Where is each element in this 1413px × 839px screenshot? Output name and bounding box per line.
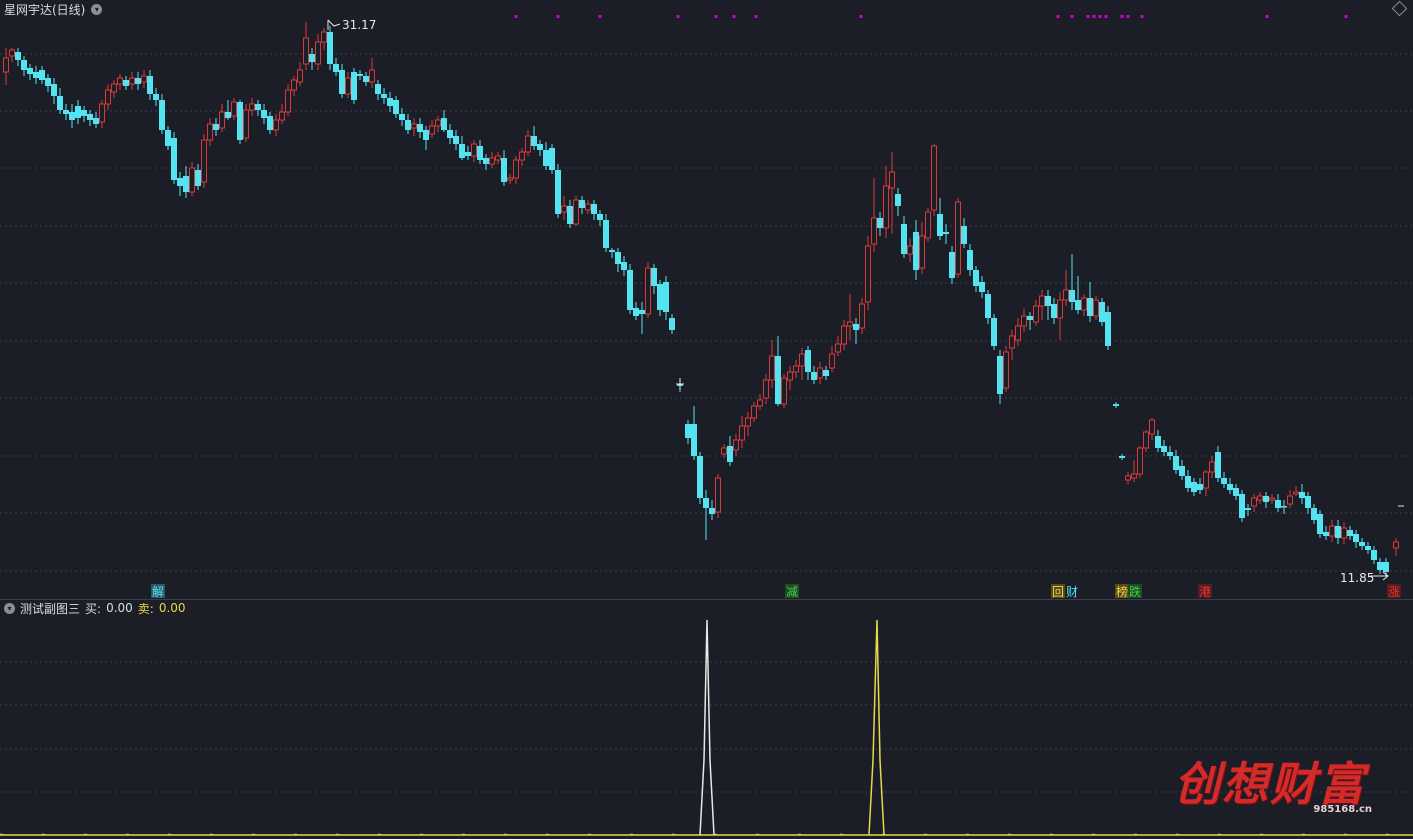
watermark-logo: 创想财富 985168.cn [1170, 742, 1400, 832]
watermark-url: 985168.cn [1313, 804, 1372, 815]
stock-chart-window: 星网宇达(日线) ▾ 31.17 11.85 解减回财榜跌港涨 ▾ 测试副图三 买:… [0, 0, 1413, 839]
sell-spike [868, 619, 885, 836]
buy-spike [699, 619, 715, 836]
sub-indicator-chart[interactable] [0, 0, 1413, 839]
